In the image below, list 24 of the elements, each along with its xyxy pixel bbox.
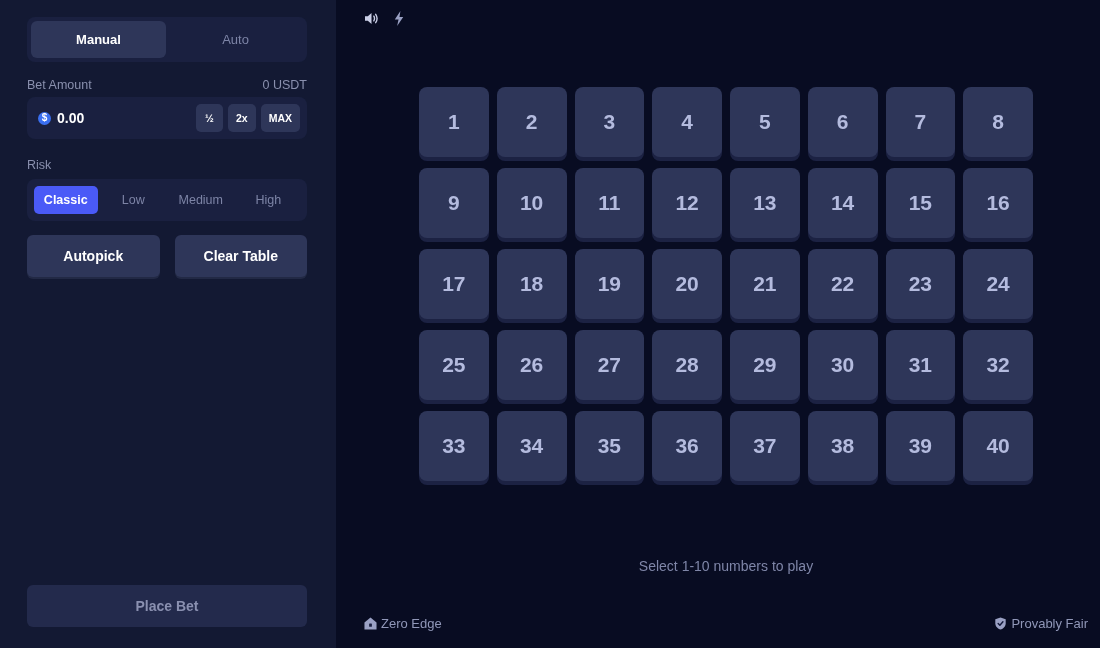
- amount-modifier-button[interactable]: MAX: [260, 104, 300, 132]
- hint-text: Select 1-10 numbers to play: [638, 558, 814, 574]
- mode-tab[interactable]: Manual: [31, 21, 166, 58]
- action-button[interactable]: Autopick: [27, 235, 160, 277]
- coin-icon: $: [38, 111, 51, 125]
- amount-modifier-button[interactable]: 2x: [227, 104, 256, 132]
- action-button[interactable]: Clear Table: [174, 235, 307, 277]
- zero-edge-link[interactable]: Zero Edge: [364, 616, 442, 631]
- bet-amount-field[interactable]: $ 0.00 ½ 2x MAX: [27, 97, 307, 139]
- lightning-icon[interactable]: [394, 10, 404, 26]
- risk-option[interactable]: Classic: [34, 186, 98, 214]
- risk-option[interactable]: Low: [101, 186, 165, 214]
- bet-amount-label: Bet Amount: [27, 77, 92, 92]
- mode-tab[interactable]: Auto: [168, 21, 303, 58]
- speaker-icon[interactable]: [364, 11, 379, 25]
- house-icon: [364, 617, 377, 630]
- risk-label: Risk: [27, 157, 52, 172]
- amount-value: 0.00: [57, 110, 85, 126]
- risk-option[interactable]: High: [236, 186, 300, 214]
- provably-fair-link[interactable]: Provably Fair: [994, 616, 1088, 631]
- risk-option[interactable]: Medium: [169, 186, 233, 214]
- amount-modifier-button[interactable]: ½: [195, 104, 223, 132]
- shield-check-icon: [994, 617, 1008, 630]
- balance-text: 0 USDT: [262, 77, 307, 92]
